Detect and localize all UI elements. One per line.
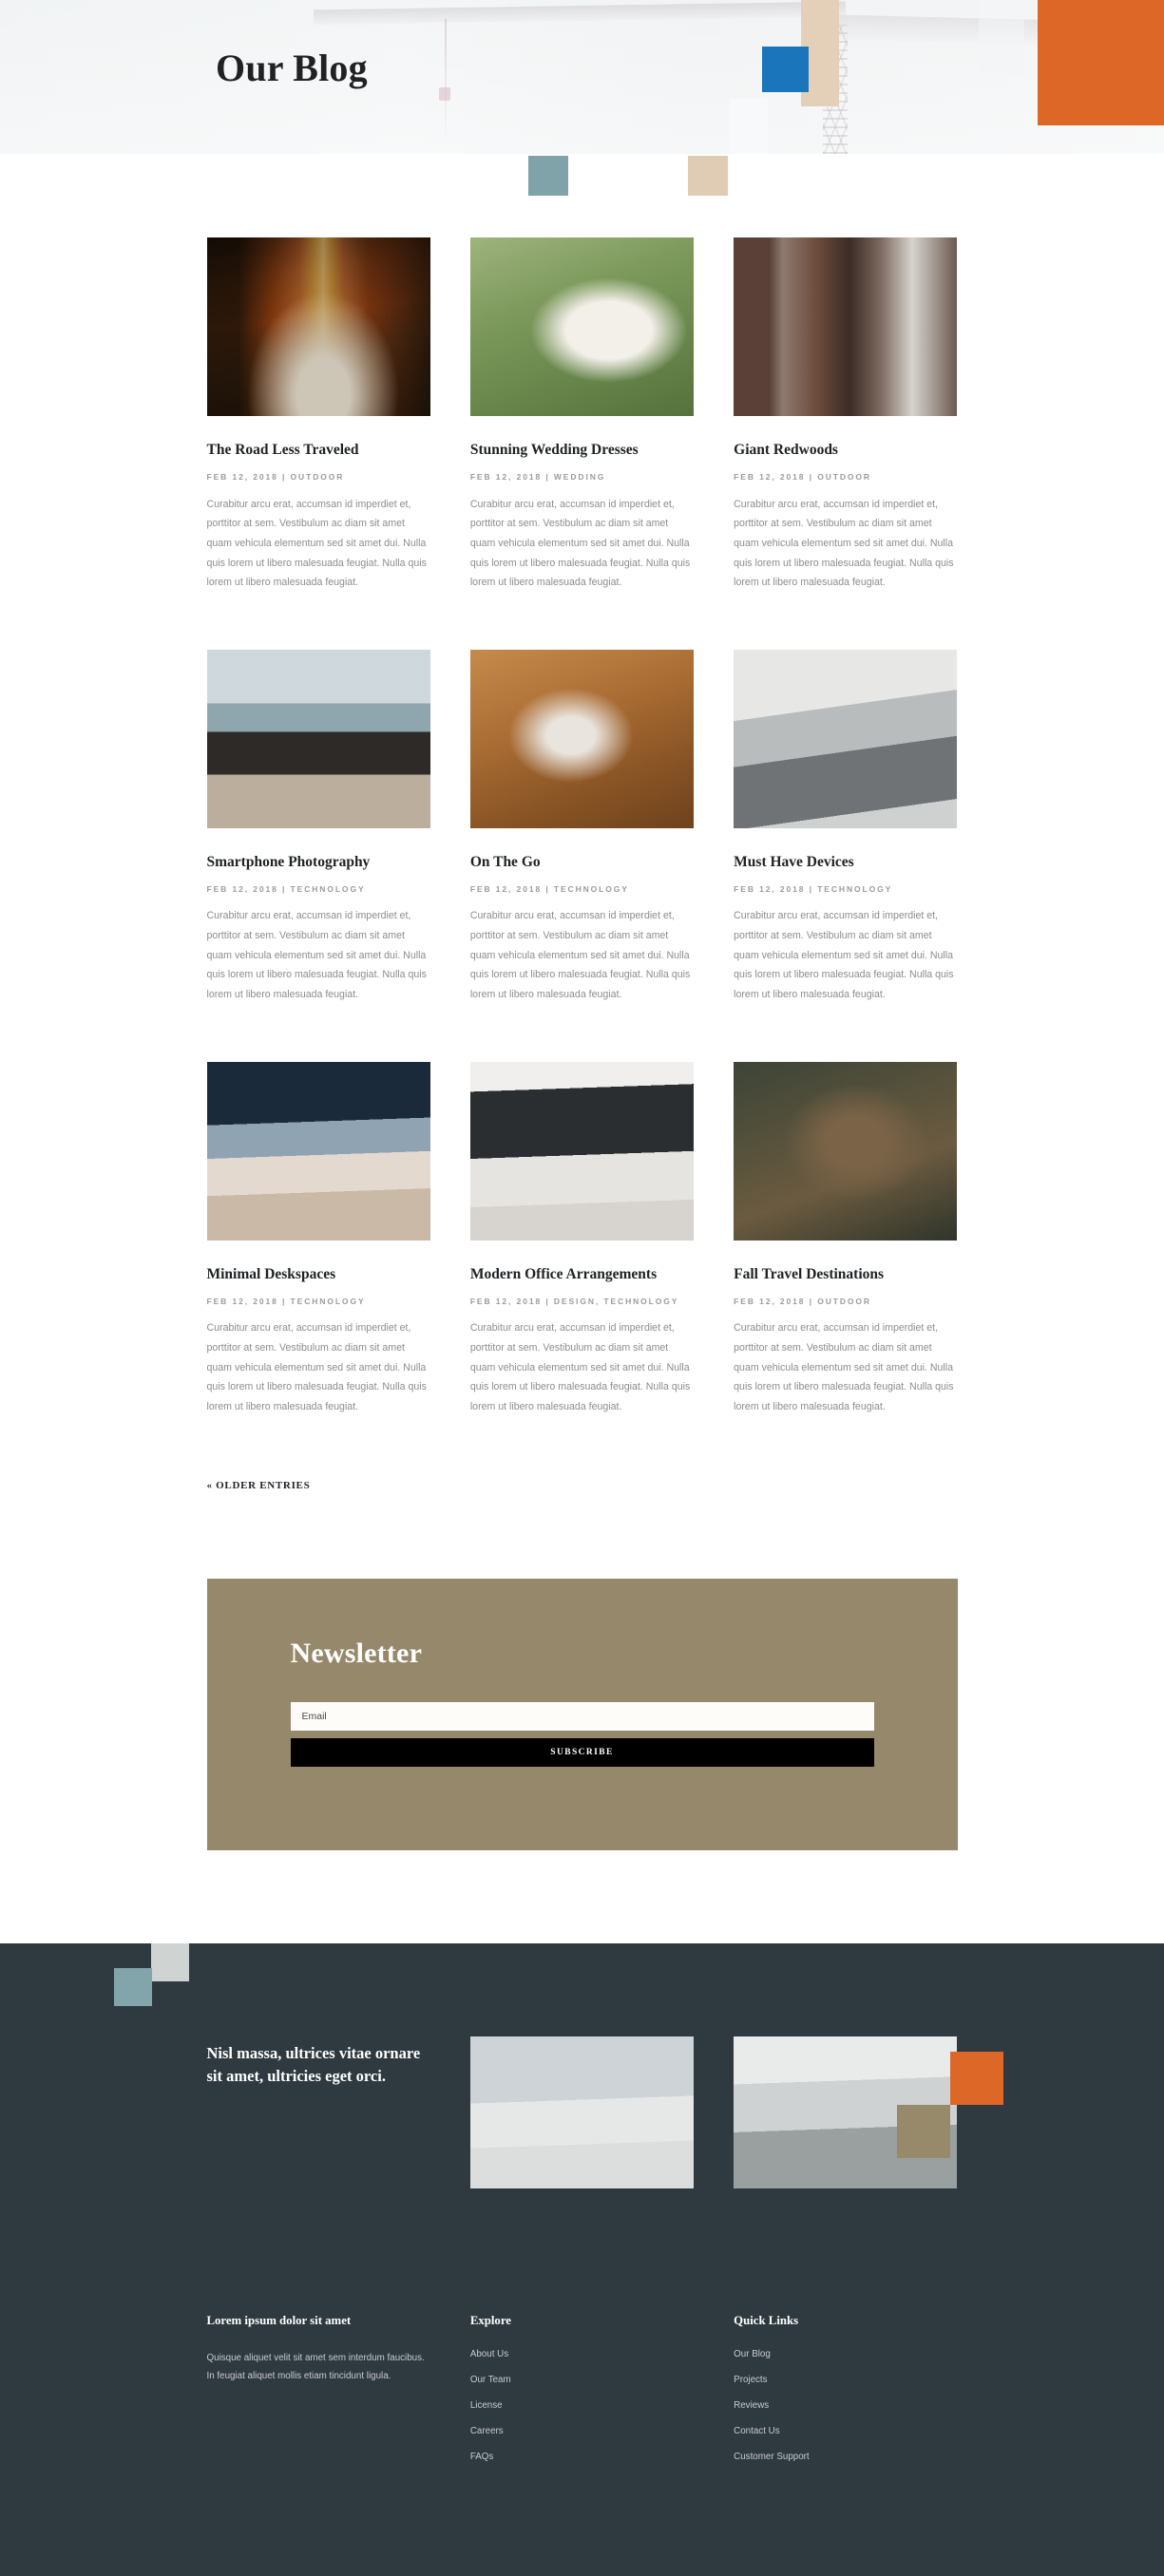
post-thumbnail-image[interactable] (734, 1061, 958, 1241)
newsletter-panel: Newsletter SUBSCRIBE (206, 1578, 958, 1850)
blog-post-card[interactable]: Minimal Deskspaces FEB 12, 2018 | TECHNO… (206, 1061, 430, 1417)
post-thumbnail-image[interactable] (206, 649, 430, 828)
post-title[interactable]: Minimal Deskspaces (207, 1265, 430, 1284)
footer-link-reviews[interactable]: Reviews (734, 2400, 957, 2411)
older-entries-link[interactable]: « OLDER ENTRIES (207, 1480, 311, 1491)
footer-about-title: Lorem ipsum dolor sit amet (206, 2313, 352, 2327)
blog-post-grid: The Road Less Traveled FEB 12, 2018 | OU… (206, 237, 958, 1474)
post-excerpt: Curabitur arcu erat, accumsan id imperdi… (734, 498, 954, 589)
blog-post-card[interactable]: The Road Less Traveled FEB 12, 2018 | OU… (206, 237, 430, 593)
building-silhouette-decor (730, 99, 768, 154)
footer-about-text: Quisque aliquet velit sit amet sem inter… (206, 2352, 425, 2382)
post-meta: FEB 12, 2018 | WEDDING (469, 472, 606, 483)
blog-post-card[interactable]: Smartphone Photography FEB 12, 2018 | TE… (206, 649, 430, 1005)
page-hero: Our Blog (0, 0, 1164, 154)
footer-column-quick-links: Quick Links Our Blog Projects Reviews Co… (734, 2314, 957, 2462)
footer-link-contact-us[interactable]: Contact Us (734, 2426, 957, 2436)
post-title[interactable]: Modern Office Arrangements (470, 1265, 694, 1284)
footer-bottom-row: Lorem ipsum dolor sit amet Quisque aliqu… (207, 2188, 958, 2576)
post-title[interactable]: Smartphone Photography (207, 853, 430, 872)
newsletter-email-input[interactable] (290, 1701, 874, 1731)
post-title[interactable]: Fall Travel Destinations (734, 1265, 957, 1284)
building-silhouette-secondary-decor (979, 0, 1024, 74)
blog-post-card[interactable]: Fall Travel Destinations FEB 12, 2018 | … (734, 1061, 958, 1417)
footer-link-projects[interactable]: Projects (734, 2375, 957, 2385)
orange-square-decor (1038, 0, 1164, 125)
footer-link-careers[interactable]: Careers (470, 2426, 694, 2436)
post-meta: FEB 12, 2018 | OUTDOOR (734, 472, 871, 483)
footer-link-faqs[interactable]: FAQs (470, 2452, 694, 2462)
post-excerpt: Curabitur arcu erat, accumsan id imperdi… (469, 1322, 691, 1412)
footer-column-explore: Explore About Us Our Team License Career… (470, 2314, 694, 2462)
post-meta: FEB 12, 2018 | OUTDOOR (206, 472, 345, 483)
teal-square-decor (528, 156, 568, 196)
pagination: « OLDER ENTRIES (207, 1474, 958, 1579)
footer-link-customer-support[interactable]: Customer Support (734, 2452, 957, 2462)
newsletter-section: Newsletter SUBSCRIBE (0, 1578, 1164, 1850)
blog-post-card[interactable]: On The Go FEB 12, 2018 | TECHNOLOGY Cura… (469, 649, 695, 1005)
blog-post-card[interactable]: Stunning Wedding Dresses FEB 12, 2018 | … (469, 237, 695, 593)
teal-square-decor-footer (114, 1967, 152, 2006)
post-thumbnail-image[interactable] (206, 237, 430, 416)
crane-cable-decor (445, 19, 447, 142)
footer-link-our-blog[interactable]: Our Blog (734, 2349, 957, 2359)
footer-image-worker (469, 2036, 695, 2188)
post-excerpt: Curabitur arcu erat, accumsan id imperdi… (469, 910, 691, 1001)
post-thumbnail-image[interactable] (469, 649, 695, 828)
blog-listing: The Road Less Traveled FEB 12, 2018 | OU… (0, 154, 1164, 1579)
blog-post-card[interactable]: Must Have Devices FEB 12, 2018 | TECHNOL… (734, 649, 958, 1005)
post-thumbnail-image[interactable] (469, 1061, 695, 1241)
post-meta: FEB 12, 2018 | TECHNOLOGY (206, 884, 366, 894)
post-excerpt: Curabitur arcu erat, accumsan id imperdi… (206, 498, 427, 589)
blog-post-card[interactable]: Modern Office Arrangements FEB 12, 2018 … (469, 1061, 695, 1417)
gray-square-decor (151, 1942, 189, 1981)
post-meta: FEB 12, 2018 | OUTDOOR (734, 1296, 871, 1306)
blog-page: Our Blog The Road Less Traveled FEB 12, … (0, 0, 1164, 2576)
post-excerpt: Curabitur arcu erat, accumsan id imperdi… (734, 1322, 954, 1412)
post-title[interactable]: Giant Redwoods (734, 441, 957, 460)
post-title[interactable]: Must Have Devices (734, 853, 957, 872)
footer-link-about-us[interactable]: About Us (470, 2349, 694, 2359)
orange-square-decor-footer (950, 2052, 1003, 2105)
post-title[interactable]: Stunning Wedding Dresses (470, 441, 694, 460)
tan-square-decor-lower (688, 156, 728, 196)
footer-column-about: Lorem ipsum dolor sit amet Quisque aliqu… (207, 2314, 430, 2462)
post-excerpt: Curabitur arcu erat, accumsan id imperdi… (206, 910, 427, 1001)
page-title: Our Blog (216, 47, 368, 89)
post-excerpt: Curabitur arcu erat, accumsan id imperdi… (469, 498, 691, 589)
post-meta: FEB 12, 2018 | TECHNOLOGY (734, 884, 893, 894)
footer-top-row: Nisl massa, ultrices vitae ornare sit am… (207, 1943, 958, 2188)
footer-quick-links-title: Quick Links (734, 2313, 799, 2327)
footer-explore-title: Explore (469, 2313, 511, 2327)
post-meta: FEB 12, 2018 | TECHNOLOGY (206, 1296, 366, 1306)
post-excerpt: Curabitur arcu erat, accumsan id imperdi… (206, 1322, 427, 1412)
blue-square-decor (762, 47, 809, 92)
post-excerpt: Curabitur arcu erat, accumsan id imperdi… (734, 910, 954, 1001)
post-thumbnail-image[interactable] (734, 237, 958, 416)
post-thumbnail-image[interactable] (734, 649, 958, 828)
post-title[interactable]: The Road Less Traveled (207, 441, 430, 460)
post-thumbnail-image[interactable] (469, 237, 695, 416)
blog-post-card[interactable]: Giant Redwoods FEB 12, 2018 | OUTDOOR Cu… (734, 237, 958, 593)
post-title[interactable]: On The Go (470, 853, 694, 872)
crane-hook-decor (439, 87, 450, 101)
footer-link-license[interactable]: License (470, 2400, 694, 2411)
khaki-square-decor-footer (897, 2105, 950, 2158)
footer-link-our-team[interactable]: Our Team (470, 2375, 694, 2385)
newsletter-subscribe-button[interactable]: SUBSCRIBE (290, 1737, 874, 1767)
post-meta: FEB 12, 2018 | TECHNOLOGY (469, 884, 629, 894)
post-thumbnail-image[interactable] (206, 1061, 430, 1241)
newsletter-heading: Newsletter (290, 1637, 423, 1669)
site-footer: Nisl massa, ultrices vitae ornare sit am… (0, 1942, 1164, 2576)
footer-headline: Nisl massa, ultrices vitae ornare sit am… (206, 2043, 421, 2085)
post-meta: FEB 12, 2018 | DESIGN, TECHNOLOGY (469, 1296, 679, 1306)
